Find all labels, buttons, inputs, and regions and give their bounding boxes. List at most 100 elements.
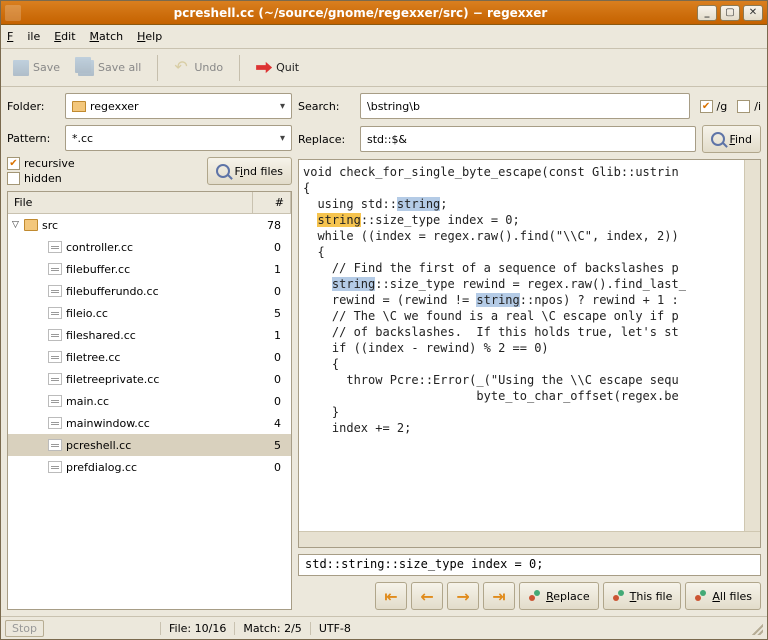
pattern-input[interactable]: *.cc ▾ bbox=[65, 125, 292, 151]
menu-match[interactable]: Match bbox=[90, 30, 124, 43]
tree-file[interactable]: fileio.cc5 bbox=[8, 302, 291, 324]
code-area[interactable]: void check_for_single_byte_escape(const … bbox=[299, 160, 744, 531]
file-icon bbox=[48, 417, 62, 429]
menu-help[interactable]: Help bbox=[137, 30, 162, 43]
replace-icon bbox=[612, 589, 626, 603]
tree-file[interactable]: controller.cc0 bbox=[8, 236, 291, 258]
scrollbar-horizontal[interactable] bbox=[299, 531, 760, 547]
separator bbox=[239, 55, 240, 81]
tree-file[interactable]: mainwindow.cc4 bbox=[8, 412, 291, 434]
arrow-last-icon: ⇥ bbox=[492, 587, 505, 606]
item-count: 78 bbox=[253, 219, 287, 232]
item-count: 5 bbox=[253, 439, 287, 452]
find-button[interactable]: Find bbox=[702, 125, 761, 153]
file-icon bbox=[48, 307, 62, 319]
tree-file[interactable]: filebuffer.cc1 bbox=[8, 258, 291, 280]
minimize-button[interactable]: _ bbox=[697, 5, 717, 21]
file-icon bbox=[48, 241, 62, 253]
item-count: 5 bbox=[253, 307, 287, 320]
save-all-icon bbox=[78, 60, 94, 76]
item-name: main.cc bbox=[66, 395, 253, 408]
item-name: fileio.cc bbox=[66, 307, 253, 320]
first-match-button[interactable]: ⇤ bbox=[375, 582, 407, 610]
chevron-down-icon: ▾ bbox=[280, 133, 285, 144]
tree-folder[interactable]: ▽src78 bbox=[8, 214, 291, 236]
prev-match-button[interactable]: ← bbox=[411, 582, 443, 610]
next-match-button[interactable]: → bbox=[447, 582, 479, 610]
menubar: File Edit Match Help bbox=[1, 25, 767, 49]
checkbox-icon bbox=[7, 172, 20, 185]
status-match: Match: 2/5 bbox=[234, 622, 301, 635]
quit-icon bbox=[256, 60, 272, 76]
quit-button[interactable]: Quit bbox=[250, 54, 305, 82]
checkbox-icon bbox=[737, 100, 750, 113]
item-count: 1 bbox=[253, 263, 287, 276]
menu-edit[interactable]: Edit bbox=[54, 30, 75, 43]
tree-file[interactable]: main.cc0 bbox=[8, 390, 291, 412]
flag-g-checkbox[interactable]: ✔ /g bbox=[700, 100, 728, 113]
scrollbar-vertical[interactable] bbox=[744, 160, 760, 531]
search-input[interactable]: \bstring\b bbox=[360, 93, 690, 119]
toolbar: Save Save all Undo Quit bbox=[1, 49, 767, 87]
arrow-left-icon: ← bbox=[420, 587, 433, 606]
maximize-button[interactable]: ▢ bbox=[720, 5, 740, 21]
search-icon bbox=[216, 164, 230, 178]
undo-icon bbox=[174, 60, 190, 76]
code-viewer: void check_for_single_byte_escape(const … bbox=[298, 159, 761, 548]
tree-file[interactable]: filetree.cc0 bbox=[8, 346, 291, 368]
chevron-down-icon: ▾ bbox=[280, 101, 285, 112]
pattern-label: Pattern: bbox=[7, 132, 59, 145]
replace-input[interactable]: std::$& bbox=[360, 126, 696, 152]
last-match-button[interactable]: ⇥ bbox=[483, 582, 515, 610]
replace-value: std::$& bbox=[367, 133, 407, 146]
find-files-button[interactable]: Find files bbox=[207, 157, 292, 185]
pattern-value: *.cc bbox=[72, 132, 93, 145]
replace-all-files-button[interactable]: All files bbox=[685, 582, 761, 610]
tree-file[interactable]: filetreeprivate.cc0 bbox=[8, 368, 291, 390]
search-value: \bstring\b bbox=[367, 100, 420, 113]
folder-value: regexxer bbox=[90, 100, 139, 113]
replace-button[interactable]: Replace bbox=[519, 582, 599, 610]
item-count: 4 bbox=[253, 417, 287, 430]
arrow-first-icon: ⇤ bbox=[384, 587, 397, 606]
tree-header-count[interactable]: # bbox=[253, 192, 291, 213]
item-name: filebufferundo.cc bbox=[66, 285, 253, 298]
menu-file[interactable]: File bbox=[7, 30, 40, 43]
item-name: filetree.cc bbox=[66, 351, 253, 364]
file-icon bbox=[48, 395, 62, 407]
tree-file[interactable]: pcreshell.cc5 bbox=[8, 434, 291, 456]
item-name: filetreeprivate.cc bbox=[66, 373, 253, 386]
tree-file[interactable]: prefdialog.cc0 bbox=[8, 456, 291, 478]
resize-grip[interactable] bbox=[749, 621, 763, 635]
window-title: pcreshell.cc (~/source/gnome/regexxer/sr… bbox=[27, 6, 694, 20]
file-tree: File # ▽src78controller.cc0filebuffer.cc… bbox=[7, 191, 292, 610]
recursive-checkbox[interactable]: ✔ recursive bbox=[7, 157, 75, 170]
folder-icon bbox=[72, 101, 86, 112]
item-count: 0 bbox=[253, 285, 287, 298]
replace-this-file-button[interactable]: This file bbox=[603, 582, 682, 610]
item-name: controller.cc bbox=[66, 241, 253, 254]
tree-header-file[interactable]: File bbox=[8, 192, 253, 213]
item-name: pcreshell.cc bbox=[66, 439, 253, 452]
item-name: filebuffer.cc bbox=[66, 263, 253, 276]
undo-button: Undo bbox=[168, 54, 229, 82]
close-button[interactable]: ✕ bbox=[743, 5, 763, 21]
titlebar[interactable]: pcreshell.cc (~/source/gnome/regexxer/sr… bbox=[1, 1, 767, 25]
tree-file[interactable]: filebufferundo.cc0 bbox=[8, 280, 291, 302]
tree-file[interactable]: fileshared.cc1 bbox=[8, 324, 291, 346]
checkbox-icon: ✔ bbox=[7, 157, 20, 170]
app-icon bbox=[5, 5, 21, 21]
checkbox-icon: ✔ bbox=[700, 100, 713, 113]
hidden-checkbox[interactable]: hidden bbox=[7, 172, 75, 185]
search-icon bbox=[711, 132, 725, 146]
flag-i-checkbox[interactable]: /i bbox=[737, 100, 761, 113]
status-file: File: 10/16 bbox=[160, 622, 226, 635]
folder-chooser[interactable]: regexxer ▾ bbox=[65, 93, 292, 119]
expand-icon: ▽ bbox=[12, 220, 24, 230]
item-count: 0 bbox=[253, 351, 287, 364]
item-count: 0 bbox=[253, 373, 287, 386]
statusbar: Stop File: 10/16 Match: 2/5 UTF-8 bbox=[1, 616, 767, 639]
folder-label: Folder: bbox=[7, 100, 59, 113]
save-button: Save bbox=[7, 54, 66, 82]
item-name: fileshared.cc bbox=[66, 329, 253, 342]
